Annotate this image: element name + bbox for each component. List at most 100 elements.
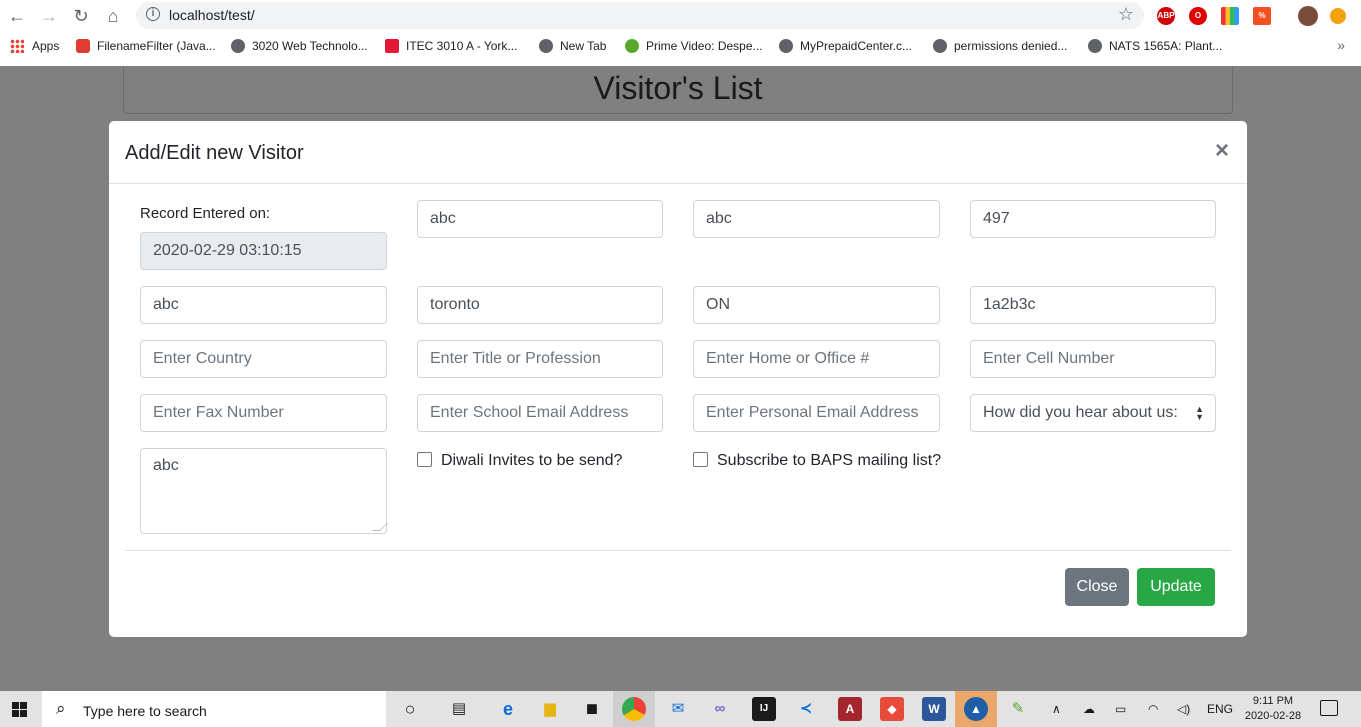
- mail-icon[interactable]: ✉: [666, 697, 690, 721]
- record-entered-label: Record Entered on:: [140, 205, 271, 222]
- paint-icon[interactable]: ✎: [1006, 697, 1030, 721]
- browser-chrome: ← → ↻ ⌂ i localhost/test/ ☆ ABP O % Apps…: [0, 0, 1361, 66]
- modal-footer: Close Update: [125, 550, 1231, 637]
- bookmark-nats[interactable]: NATS 1565A: Plant...: [1088, 39, 1222, 53]
- home-office-phone-field[interactable]: [693, 340, 940, 378]
- taskbar-search[interactable]: ⌕ Type here to search: [42, 691, 386, 727]
- personal-email-field[interactable]: [693, 394, 940, 432]
- baps-label: Subscribe to BAPS mailing list?: [717, 452, 942, 469]
- windows-start-icon[interactable]: [12, 702, 27, 717]
- school-email-field[interactable]: [417, 394, 663, 432]
- taskbar-clock[interactable]: 9:11 PM 2020-02-28: [1238, 694, 1308, 724]
- row1-field-2[interactable]: [417, 200, 663, 238]
- onedrive-icon[interactable]: ☁: [1083, 702, 1095, 716]
- windows-taskbar: ⌕ Type here to search ○ ▤ e ▆ ◼ ✉ ∞ IJ ≺…: [0, 691, 1361, 727]
- modal-header: Add/Edit new Visitor ×: [109, 121, 1247, 184]
- url-text[interactable]: localhost/test/: [169, 7, 255, 23]
- anydesk-icon[interactable]: ◆: [880, 697, 904, 721]
- percent-extension-icon[interactable]: %: [1253, 7, 1271, 25]
- reload-icon[interactable]: ↻: [70, 5, 92, 27]
- clock-time: 9:11 PM: [1252, 695, 1294, 707]
- row1-field-3[interactable]: [693, 200, 940, 238]
- hear-about-selected-value: How did you hear about us:: [983, 404, 1178, 421]
- visual-studio-icon[interactable]: ∞: [708, 697, 732, 721]
- browser-toolbar: ← → ↻ ⌂ i localhost/test/ ☆ ABP O %: [0, 0, 1361, 32]
- address-bar[interactable]: i localhost/test/ ☆: [136, 2, 1144, 29]
- notification-icon[interactable]: [1320, 700, 1338, 716]
- wifi-icon[interactable]: ◠: [1148, 702, 1158, 716]
- taskbar-search-text: Type here to search: [83, 703, 207, 719]
- search-icon: ⌕: [56, 699, 66, 718]
- forward-arrow-icon[interactable]: →: [38, 5, 60, 27]
- store-icon[interactable]: ◼: [580, 697, 604, 721]
- snipping-app-icon[interactable]: ▲: [964, 697, 988, 721]
- bookmark-prime-video[interactable]: Prime Video: Despe...: [625, 39, 763, 53]
- close-button[interactable]: Close: [1065, 568, 1129, 606]
- page-header: Visitor's List: [123, 66, 1233, 114]
- baps-checkbox[interactable]: [693, 452, 708, 467]
- row2-field-1[interactable]: [140, 286, 387, 324]
- city-field[interactable]: [417, 286, 663, 324]
- visitor-modal: Add/Edit new Visitor × Record Entered on…: [109, 121, 1247, 637]
- language-indicator[interactable]: ENG: [1207, 702, 1233, 716]
- opera-extension-icon[interactable]: O: [1189, 7, 1207, 25]
- clock-date: 2020-02-28: [1244, 710, 1302, 722]
- adblock-extension-icon[interactable]: ABP: [1157, 7, 1175, 25]
- cortana-icon[interactable]: ○: [398, 697, 422, 721]
- chrome-icon[interactable]: [622, 697, 646, 721]
- tray-chevron-icon[interactable]: ∧: [1052, 702, 1061, 716]
- word-icon[interactable]: W: [922, 697, 946, 721]
- title-profession-field[interactable]: [417, 340, 663, 378]
- volume-icon[interactable]: ◁): [1177, 702, 1190, 716]
- close-icon[interactable]: ×: [1215, 139, 1229, 163]
- bookmark-myprepaidcenter[interactable]: MyPrepaidCenter.c...: [779, 39, 912, 53]
- prime-icon: [625, 39, 639, 53]
- record-entered-field: [140, 232, 387, 270]
- bookmark-apps[interactable]: Apps: [10, 39, 59, 53]
- bookmark-star-icon[interactable]: ☆: [1118, 4, 1134, 25]
- file-explorer-icon[interactable]: ▆: [538, 697, 562, 721]
- fax-number-field[interactable]: [140, 394, 387, 432]
- cell-number-field[interactable]: [970, 340, 1216, 378]
- home-icon[interactable]: ⌂: [102, 5, 124, 27]
- bookmark-itec[interactable]: ITEC 3010 A - York...: [385, 39, 517, 53]
- country-field[interactable]: [140, 340, 387, 378]
- colorful-extension-icon[interactable]: [1221, 7, 1239, 25]
- hear-about-select[interactable]: How did you hear about us: ▲ ▼: [970, 394, 1216, 432]
- access-icon[interactable]: A: [838, 697, 862, 721]
- resize-grip-icon[interactable]: [372, 523, 388, 531]
- back-arrow-icon[interactable]: ←: [6, 5, 28, 27]
- bookmark-filenamefilter[interactable]: FilenameFilter (Java...: [76, 39, 216, 53]
- diwali-checkbox-row[interactable]: Diwali Invites to be send?: [417, 452, 622, 470]
- baps-checkbox-row[interactable]: Subscribe to BAPS mailing list?: [693, 452, 941, 470]
- task-view-icon[interactable]: ▤: [447, 697, 471, 721]
- globe-icon: [539, 39, 553, 53]
- update-button[interactable]: Update: [1137, 568, 1215, 606]
- vscode-icon[interactable]: ≺: [794, 697, 818, 721]
- bookmarks-more-icon[interactable]: »: [1337, 37, 1345, 53]
- notes-text: abc: [153, 457, 179, 474]
- province-field[interactable]: [693, 286, 940, 324]
- intellij-icon[interactable]: IJ: [752, 697, 776, 721]
- row1-field-4[interactable]: [970, 200, 1216, 238]
- apps-grid-icon: [10, 39, 24, 53]
- globe-icon: [779, 39, 793, 53]
- bookmarks-bar: Apps FilenameFilter (Java... 3020 Web Te…: [0, 35, 1361, 59]
- page-title: Visitor's List: [593, 70, 763, 106]
- update-icon[interactable]: [1330, 8, 1346, 24]
- bookmark-web-technologies[interactable]: 3020 Web Technolo...: [231, 39, 368, 53]
- york-icon: [385, 39, 399, 53]
- modal-title: Add/Edit new Visitor: [125, 142, 304, 164]
- edge-icon[interactable]: e: [496, 697, 520, 721]
- diwali-checkbox[interactable]: [417, 452, 432, 467]
- select-arrows-icon: ▲ ▼: [1195, 404, 1204, 422]
- battery-icon[interactable]: ▭: [1115, 702, 1126, 716]
- info-icon[interactable]: i: [146, 7, 160, 21]
- bookmark-new-tab[interactable]: New Tab: [539, 39, 606, 53]
- modal-body: Record Entered on: How did you hear abou…: [109, 184, 1247, 550]
- bookmark-permissions[interactable]: permissions denied...: [933, 39, 1067, 53]
- notes-textarea[interactable]: abc: [140, 448, 388, 534]
- globe-icon: [933, 39, 947, 53]
- postal-code-field[interactable]: [970, 286, 1216, 324]
- profile-avatar[interactable]: [1298, 6, 1318, 26]
